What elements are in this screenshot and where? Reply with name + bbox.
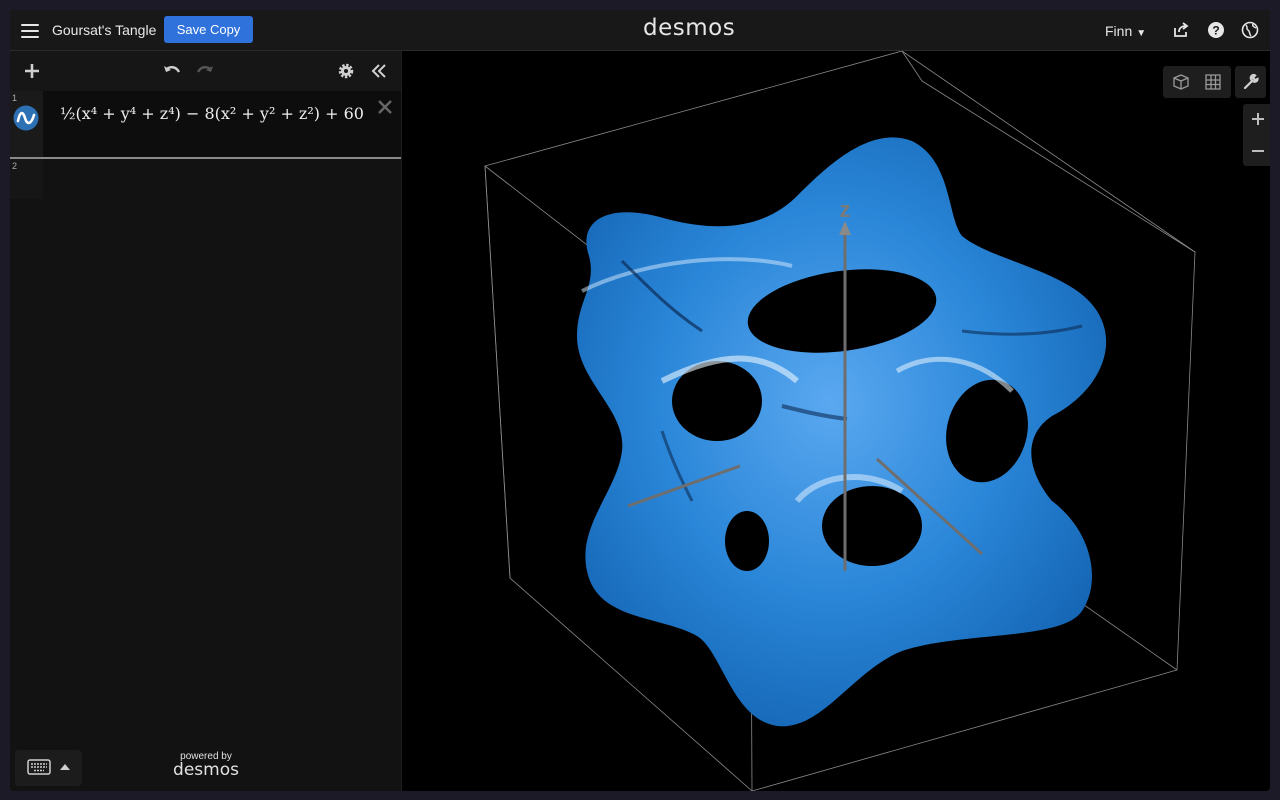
- 2d-view-icon[interactable]: [1204, 73, 1222, 91]
- user-name: Finn: [1105, 23, 1133, 39]
- zoom-in-icon[interactable]: [1251, 112, 1265, 126]
- settings-wrench-button[interactable]: [1235, 66, 1266, 98]
- implicit-surface-icon[interactable]: [13, 105, 39, 131]
- expression-item-empty[interactable]: 2: [10, 159, 401, 199]
- keyboard-icon: [27, 759, 51, 775]
- save-copy-button[interactable]: Save Copy: [164, 16, 253, 43]
- globe-icon[interactable]: [1241, 21, 1259, 39]
- expression-item[interactable]: 1 ½(x⁴ + y⁴ + z⁴) − 8(x² + y² + z²) + 60: [10, 91, 401, 159]
- zoom-controls: [1243, 104, 1270, 166]
- redo-icon[interactable]: [195, 61, 215, 81]
- expression-toolbar: [10, 51, 401, 91]
- view-toggle: [1163, 66, 1231, 98]
- 3d-view-icon[interactable]: [1172, 73, 1190, 91]
- add-icon[interactable]: [22, 61, 42, 81]
- undo-icon[interactable]: [162, 61, 182, 81]
- 3d-scene[interactable]: z: [402, 51, 1270, 791]
- close-icon[interactable]: [376, 98, 394, 116]
- user-menu[interactable]: Finn ▼: [1105, 23, 1146, 39]
- expression-number: 1: [12, 93, 18, 103]
- chevron-down-icon: ▼: [1136, 28, 1147, 39]
- expression-input[interactable]: ½(x⁴ + y⁴ + z⁴) − 8(x² + y² + z²) + 60: [60, 104, 372, 142]
- desmos-footer-logo: desmos: [173, 760, 239, 780]
- goursat-surface: [577, 137, 1107, 727]
- expression-gutter: 2: [10, 159, 43, 199]
- graph-canvas[interactable]: z: [402, 51, 1270, 791]
- collapse-panel-icon[interactable]: [369, 61, 389, 81]
- z-axis-label: z: [840, 197, 851, 222]
- expression-number: 2: [12, 161, 18, 171]
- app-window: Goursat's Tangle Save Copy desmos Finn ▼ …: [10, 10, 1270, 791]
- expression-panel: 1 ½(x⁴ + y⁴ + z⁴) − 8(x² + y² + z²) + 60…: [10, 51, 402, 791]
- keypad-toggle-button[interactable]: [15, 750, 82, 786]
- gear-icon[interactable]: [336, 61, 356, 81]
- expression-gutter: 1: [10, 91, 43, 157]
- zoom-out-icon[interactable]: [1251, 144, 1265, 158]
- svg-text:?: ?: [1212, 24, 1219, 38]
- menu-icon[interactable]: [21, 21, 39, 39]
- help-icon[interactable]: ?: [1207, 21, 1225, 39]
- wrench-icon: [1243, 73, 1259, 90]
- share-icon[interactable]: [1172, 21, 1190, 39]
- graph-title[interactable]: Goursat's Tangle: [52, 22, 156, 38]
- powered-by-desmos[interactable]: powered by desmos: [170, 751, 242, 780]
- top-bar: Goursat's Tangle Save Copy desmos Finn ▼ …: [10, 10, 1270, 51]
- desmos-logo: desmos: [643, 15, 736, 41]
- chevron-up-icon: [60, 764, 70, 770]
